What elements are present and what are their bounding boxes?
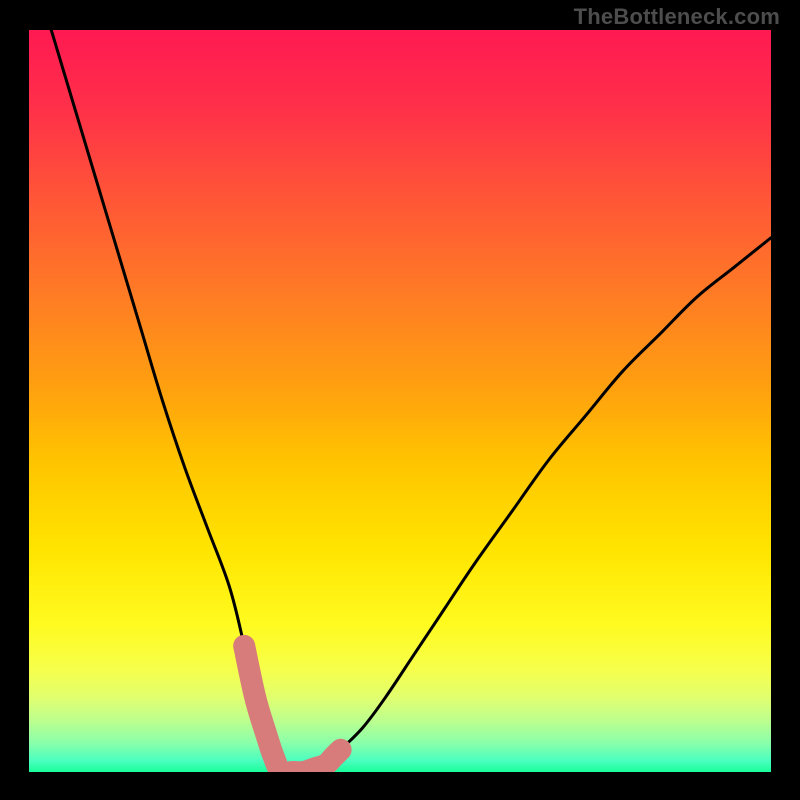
gradient-background — [29, 30, 771, 772]
chart-frame — [29, 30, 771, 772]
watermark-text: TheBottleneck.com — [574, 4, 780, 30]
